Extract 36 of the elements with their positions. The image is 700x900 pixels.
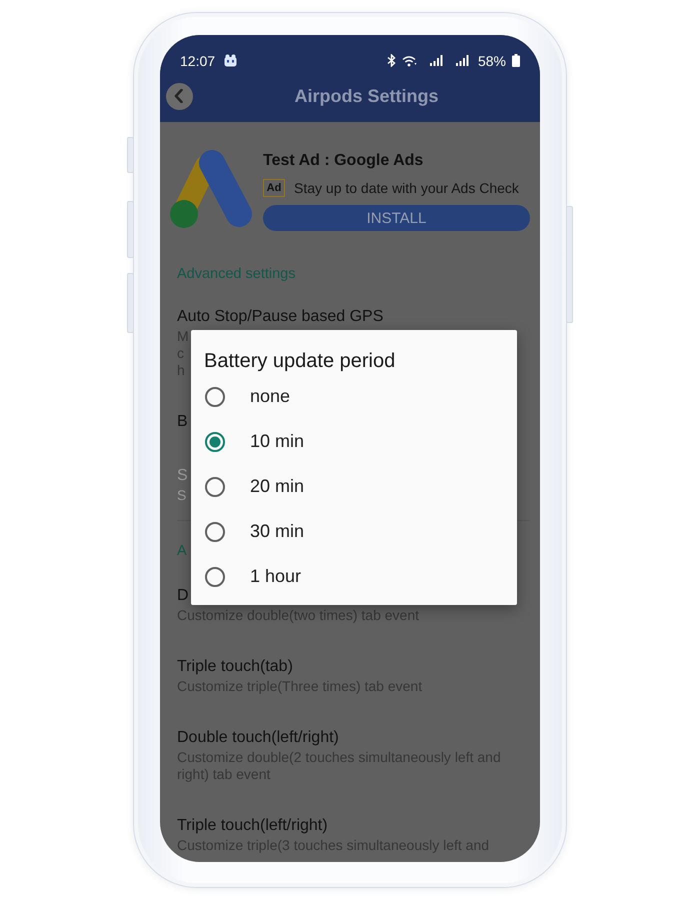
- setting-summary: S: [177, 487, 186, 504]
- period-option[interactable]: 20 min: [191, 464, 517, 509]
- setting-title: Double touch(left/right): [177, 728, 339, 748]
- ad-badge: Ad: [263, 179, 285, 197]
- status-time: 12:07: [180, 52, 216, 68]
- section-header: Advanced settings: [177, 265, 296, 284]
- bluetooth-icon: [386, 54, 396, 67]
- signal-icon: [430, 55, 443, 66]
- radio-button[interactable]: [205, 386, 225, 406]
- setting-title: Triple touch(left/right): [177, 816, 328, 836]
- battery-percent: 58%: [478, 52, 506, 68]
- robot-icon: [224, 54, 238, 67]
- period-option[interactable]: 10 min: [191, 419, 517, 464]
- dialog-title: Battery update period: [203, 349, 396, 374]
- app-bar-title: Airpods Settings: [293, 86, 440, 106]
- radio-button[interactable]: [205, 432, 225, 452]
- wifi-icon: [402, 54, 417, 66]
- radio-button[interactable]: [205, 476, 225, 496]
- section-header: A: [177, 542, 187, 561]
- setting-title: B: [177, 412, 188, 432]
- radio-button[interactable]: [205, 522, 225, 542]
- battery-icon: [512, 54, 520, 67]
- period-option[interactable]: 30 min: [191, 509, 517, 554]
- back-button[interactable]: [166, 82, 193, 110]
- chevron-left-icon: [174, 89, 183, 103]
- install-button[interactable]: INSTALL: [263, 205, 530, 231]
- ad-text: Stay up to date with your Ads Check: [294, 180, 519, 196]
- period-option[interactable]: 1 hour: [191, 554, 517, 599]
- radio-button[interactable]: [205, 566, 225, 586]
- setting-title: Auto Stop/Pause based GPS: [177, 307, 384, 327]
- setting-title: Triple touch(tab): [177, 657, 293, 677]
- period-option[interactable]: none: [191, 374, 517, 419]
- setting-title: D: [177, 586, 189, 606]
- signal-icon: [456, 55, 469, 66]
- setting-title: S: [177, 466, 188, 486]
- ad-title: Test Ad : Google Ads: [263, 151, 424, 171]
